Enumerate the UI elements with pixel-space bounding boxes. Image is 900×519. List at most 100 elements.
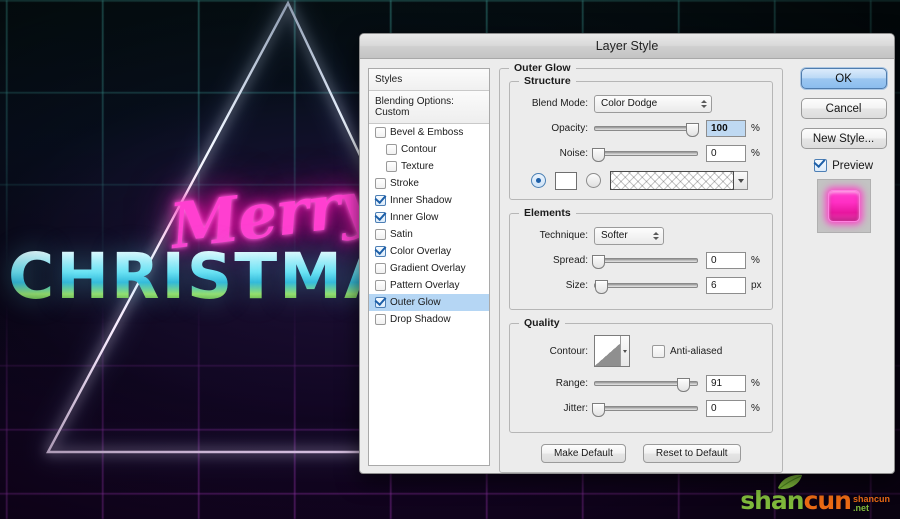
styles-list[interactable]: Styles Blending Options: Custom Bevel & …	[368, 68, 490, 466]
leaf-icon	[778, 474, 803, 490]
checkbox-color-overlay[interactable]	[375, 246, 386, 257]
elements-group: Elements Technique: Softer Spread: 0 % S…	[509, 207, 773, 310]
cancel-button[interactable]: Cancel	[800, 98, 887, 119]
defaults-buttons-row: Make Default Reset to Default	[509, 444, 773, 463]
checkbox-gradient-overlay[interactable]	[375, 263, 386, 274]
style-item-color-overlay[interactable]: Color Overlay	[369, 243, 489, 260]
blend-mode-select[interactable]: Color Dodge	[594, 94, 712, 113]
spread-label: Spread:	[552, 255, 588, 266]
new-style-button[interactable]: New Style...	[800, 128, 887, 149]
structure-legend: Structure	[519, 75, 576, 87]
noise-row: Noise: 0 %	[520, 143, 762, 164]
opacity-row: Opacity: 100 %	[520, 118, 762, 139]
slider-track	[594, 258, 698, 263]
style-item-bevel-emboss[interactable]: Bevel & Emboss	[369, 124, 489, 141]
structure-group: Structure Blend Mode: Color Dodge Opacit…	[509, 75, 773, 200]
checkbox-pattern-overlay[interactable]	[375, 280, 386, 291]
range-slider[interactable]	[594, 377, 698, 392]
opacity-input[interactable]: 100	[706, 120, 746, 137]
dialog-action-buttons: OK Cancel New Style... Preview	[792, 68, 894, 466]
watermark-text-primary: shan	[740, 486, 804, 515]
opacity-slider[interactable]	[594, 122, 699, 137]
jitter-slider[interactable]	[592, 402, 698, 417]
gradient-preview[interactable]	[610, 171, 734, 190]
checkbox-inner-glow[interactable]	[375, 212, 386, 223]
style-item-label: Stroke	[390, 178, 419, 189]
checkbox-preview[interactable]	[814, 159, 828, 172]
technique-select[interactable]: Softer	[594, 226, 664, 245]
spread-unit: %	[751, 255, 760, 266]
spread-row: Spread: 0 %	[520, 250, 762, 271]
ok-button[interactable]: OK	[800, 68, 887, 89]
spread-slider[interactable]	[592, 254, 698, 269]
radio-solid-color[interactable]	[531, 173, 546, 188]
slider-track	[594, 126, 698, 131]
reset-to-default-button[interactable]: Reset to Default	[642, 444, 741, 463]
style-preview-thumbnail	[816, 179, 871, 233]
checkbox-bevel-emboss[interactable]	[375, 127, 386, 138]
style-item-stroke[interactable]: Stroke	[369, 175, 489, 192]
checkbox-inner-shadow[interactable]	[375, 195, 386, 206]
style-item-drop-shadow[interactable]: Drop Shadow	[369, 311, 489, 328]
checkbox-drop-shadow[interactable]	[375, 314, 386, 325]
style-item-label: Inner Shadow	[390, 195, 452, 206]
make-default-button[interactable]: Make Default	[540, 444, 626, 463]
range-input[interactable]: 91	[706, 375, 746, 392]
slider-knob[interactable]	[592, 147, 605, 162]
blending-options-item[interactable]: Blending Options: Custom	[369, 91, 489, 124]
technique-label: Technique:	[539, 230, 588, 241]
blend-mode-row: Blend Mode: Color Dodge	[520, 93, 762, 114]
size-row: Size: 6 px	[520, 275, 762, 296]
outer-glow-legend: Outer Glow	[509, 62, 576, 74]
style-item-gradient-overlay[interactable]: Gradient Overlay	[369, 260, 489, 277]
slider-knob[interactable]	[592, 402, 605, 417]
style-item-texture[interactable]: Texture	[369, 158, 489, 175]
preview-checkbox-row[interactable]: Preview	[814, 159, 873, 172]
outer-glow-group: Outer Glow Structure Blend Mode: Color D…	[499, 62, 783, 473]
technique-row: Technique: Softer	[520, 225, 762, 246]
style-item-contour[interactable]: Contour	[369, 141, 489, 158]
contour-preset-swatch[interactable]	[594, 335, 630, 367]
layer-style-dialog: Layer Style Styles Blending Options: Cus…	[359, 33, 895, 474]
style-item-pattern-overlay[interactable]: Pattern Overlay	[369, 277, 489, 294]
dialog-title: Layer Style	[595, 39, 659, 53]
slider-knob[interactable]	[677, 377, 690, 392]
gradient-dropdown-icon[interactable]	[734, 171, 748, 190]
style-item-inner-shadow[interactable]: Inner Shadow	[369, 192, 489, 209]
style-item-label: Texture	[401, 161, 434, 172]
style-item-satin[interactable]: Satin	[369, 226, 489, 243]
watermark: shan cun shancun .net	[740, 474, 890, 515]
checkbox-contour[interactable]	[386, 144, 397, 155]
jitter-label: Jitter:	[563, 403, 588, 414]
antialiased-label: Anti-aliased	[670, 345, 723, 357]
quality-legend: Quality	[519, 317, 565, 329]
size-input[interactable]: 6	[706, 277, 746, 294]
checkbox-stroke[interactable]	[375, 178, 386, 189]
checkbox-satin[interactable]	[375, 229, 386, 240]
style-item-inner-glow[interactable]: Inner Glow	[369, 209, 489, 226]
checkbox-texture[interactable]	[386, 161, 397, 172]
slider-knob[interactable]	[592, 254, 605, 269]
antialiased-checkbox-row[interactable]: Anti-aliased	[652, 344, 723, 358]
glow-color-swatch[interactable]	[555, 171, 577, 190]
checkbox-antialiased[interactable]	[652, 344, 665, 358]
style-item-outer-glow[interactable]: Outer Glow	[369, 294, 489, 311]
spread-input[interactable]: 0	[706, 252, 746, 269]
slider-knob[interactable]	[686, 122, 699, 137]
noise-slider[interactable]	[592, 147, 698, 162]
style-item-label: Color Overlay	[390, 246, 452, 257]
opacity-unit: %	[751, 123, 760, 134]
checkbox-outer-glow[interactable]	[375, 297, 386, 308]
dialog-titlebar[interactable]: Layer Style	[360, 34, 894, 59]
contour-dropdown-icon[interactable]	[620, 336, 629, 366]
size-slider[interactable]	[594, 279, 698, 294]
slider-knob[interactable]	[595, 279, 608, 294]
jitter-input[interactable]: 0	[706, 400, 746, 417]
style-item-label: Outer Glow	[390, 297, 441, 308]
stepper-arrows-icon	[653, 231, 659, 240]
radio-gradient[interactable]	[586, 173, 601, 188]
noise-input[interactable]: 0	[706, 145, 746, 162]
blend-mode-value: Color Dodge	[601, 98, 658, 109]
slider-track	[594, 406, 698, 411]
style-item-label: Pattern Overlay	[390, 280, 460, 291]
